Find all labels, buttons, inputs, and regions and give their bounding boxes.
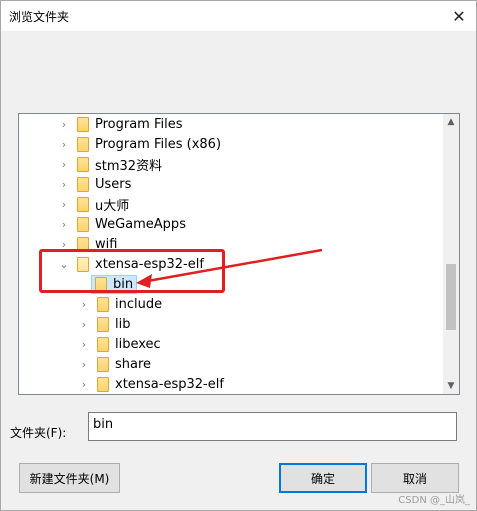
scroll-up-icon[interactable]: ▲ — [443, 114, 459, 130]
tree-item-label: Program Files — [95, 116, 183, 132]
tree-item[interactable]: › Users — [57, 174, 131, 194]
folder-icon — [77, 136, 89, 152]
folder-icon — [77, 216, 89, 232]
watermark: CSDN @_山岚_ — [398, 495, 470, 506]
tree-item[interactable]: › libexec — [77, 334, 161, 354]
tree-item-label: xtensa-esp32-elf — [115, 376, 224, 392]
scroll-down-icon[interactable]: ▼ — [443, 378, 459, 394]
chevron-down-icon[interactable]: ⌄ — [57, 257, 71, 271]
vertical-scrollbar[interactable]: ▲ ▼ — [443, 114, 459, 394]
chevron-right-icon[interactable]: › — [57, 177, 71, 191]
folder-open-icon — [77, 256, 89, 272]
tree-item[interactable]: › wifi — [57, 234, 117, 254]
tree-item-label: xtensa-esp32-elf — [95, 256, 204, 272]
tree-item[interactable]: › WeGameApps — [57, 214, 186, 234]
folder-icon — [77, 156, 89, 172]
chevron-right-icon[interactable]: › — [57, 137, 71, 151]
close-icon: ✕ — [452, 6, 466, 26]
folder-icon — [77, 236, 89, 252]
folder-icon — [97, 316, 109, 332]
scroll-thumb[interactable] — [446, 264, 456, 330]
browse-folder-dialog: 浏览文件夹 ✕ › Program Files › Program Files … — [0, 0, 477, 511]
chevron-right-icon[interactable]: › — [57, 217, 71, 231]
tree-item-label: bin — [113, 276, 134, 292]
cancel-button[interactable]: 取消 — [371, 463, 459, 493]
chevron-right-icon[interactable]: › — [77, 377, 91, 391]
close-button[interactable]: ✕ — [448, 5, 470, 27]
folder-icon — [97, 376, 109, 392]
folder-icon — [97, 336, 109, 352]
tree-item[interactable]: › u大师 — [57, 194, 129, 214]
folder-icon — [77, 116, 89, 132]
tree-item-expanded[interactable]: ⌄ xtensa-esp32-elf — [57, 254, 204, 274]
chevron-right-icon[interactable]: › — [57, 117, 71, 131]
tree-item-selected[interactable]: bin — [77, 274, 138, 294]
folder-input[interactable]: bin — [88, 412, 457, 441]
tree-item-label: WeGameApps — [95, 216, 186, 232]
title-bar: 浏览文件夹 ✕ — [1, 1, 476, 31]
chevron-right-icon[interactable]: › — [77, 317, 91, 331]
tree-item[interactable]: › include — [77, 294, 162, 314]
tree-item[interactable]: › stm32资料 — [57, 154, 162, 174]
tree-item-label: libexec — [115, 336, 161, 352]
chevron-right-icon[interactable]: › — [57, 237, 71, 251]
ok-button[interactable]: 确定 — [279, 463, 367, 493]
folder-icon — [97, 356, 109, 372]
tree-item-label: include — [115, 296, 163, 312]
chevron-right-icon[interactable]: › — [57, 157, 71, 171]
tree-item-label: wifi — [95, 236, 118, 252]
tree-item[interactable]: › lib — [77, 314, 130, 334]
folder-icon — [97, 296, 109, 312]
chevron-right-icon[interactable]: › — [57, 197, 71, 211]
folder-tree[interactable]: › Program Files › Program Files (x86) › … — [18, 113, 460, 395]
tree-item-label: u大师 — [95, 198, 130, 214]
tree-item-label: lib — [115, 316, 131, 332]
selection-highlight[interactable]: bin — [91, 274, 138, 294]
folder-icon — [77, 176, 89, 192]
tree-item[interactable]: › Program Files — [57, 114, 183, 134]
tree-item-label: Users — [95, 176, 132, 192]
chevron-right-icon[interactable]: › — [77, 357, 91, 371]
tree-item-label: stm32资料 — [95, 158, 163, 174]
chevron-right-icon[interactable]: › — [77, 337, 91, 351]
folder-field-label: 文件夹(F): — [10, 426, 67, 440]
folder-icon — [95, 276, 107, 292]
tree-item-label: share — [115, 356, 152, 372]
dialog-title: 浏览文件夹 — [9, 10, 70, 24]
tree-item-label: Program Files (x86) — [95, 136, 222, 152]
tree-item[interactable]: › Program Files (x86) — [57, 134, 221, 154]
tree-item[interactable]: › share — [77, 354, 151, 374]
folder-icon — [77, 196, 89, 212]
new-folder-button[interactable]: 新建文件夹(M) — [19, 463, 120, 493]
chevron-right-icon[interactable]: › — [77, 297, 91, 311]
tree-item[interactable]: › xtensa-esp32-elf — [77, 374, 224, 394]
